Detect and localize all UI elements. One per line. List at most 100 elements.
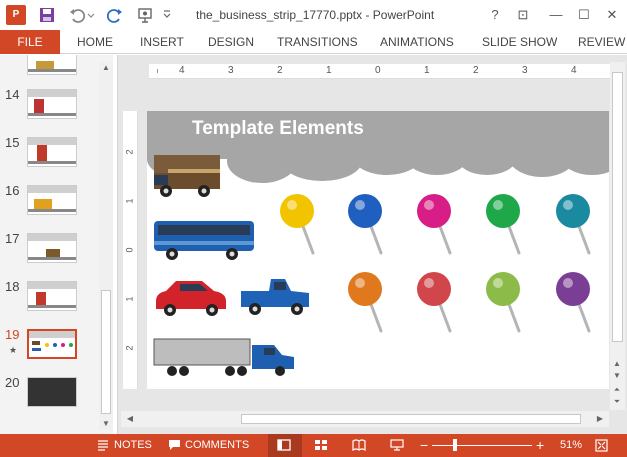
document-title: the_business_strip_17770.pptx - PowerPoi… <box>196 8 435 22</box>
delivery-van-graphic[interactable] <box>152 151 224 201</box>
slide-thumbnail[interactable] <box>27 55 77 75</box>
reading-view-icon[interactable] <box>352 439 366 451</box>
push-pin[interactable] <box>417 272 452 333</box>
ruler-label: 3 <box>228 65 234 76</box>
scroll-down-arrow-icon[interactable]: ▼ <box>99 418 113 430</box>
tab-review[interactable]: REVIEW <box>578 30 625 54</box>
tab-slide-show[interactable]: SLIDE SHOW <box>482 30 557 54</box>
push-pin[interactable] <box>417 194 452 255</box>
slide-number: 16 <box>5 183 20 198</box>
slide-thumbnail[interactable] <box>27 89 77 119</box>
slide-horizontal-scrollbar[interactable]: ◀ ▶ <box>121 411 609 427</box>
vertical-ruler: 2 1 0 1 2 <box>123 111 138 389</box>
powerpoint-window: P the_business_strip_17770.pptx - PowerP… <box>0 0 627 457</box>
notes-icon[interactable] <box>97 440 109 451</box>
push-pin[interactable] <box>486 194 521 255</box>
undo-icon[interactable] <box>68 6 86 24</box>
scroll-up-arrow-icon[interactable]: ▲ <box>610 358 624 370</box>
horizontal-ruler: 4 3 2 1 0 1 2 3 4 <box>149 64 610 79</box>
tab-animations[interactable]: ANIMATIONS <box>380 30 454 54</box>
zoom-out-button[interactable]: − <box>420 434 428 457</box>
ruler-label: 1 <box>124 198 135 204</box>
zoom-level[interactable]: 51% <box>560 434 582 457</box>
close-button[interactable]: ✕ <box>601 4 623 26</box>
maximize-button[interactable]: ☐ <box>573 4 595 26</box>
slide-number: 17 <box>5 231 20 246</box>
slide-thumbnail[interactable] <box>27 281 77 311</box>
help-button[interactable]: ? <box>484 4 506 26</box>
red-car-graphic[interactable] <box>152 277 230 321</box>
ruler-label: 1 <box>326 65 332 76</box>
ribbon-tabs: FILE HOME INSERT DESIGN TRANSITIONS ANIM… <box>0 30 627 54</box>
push-pin[interactable] <box>280 194 315 255</box>
notes-button[interactable]: NOTES <box>114 434 152 457</box>
zoom-slider-knob[interactable] <box>453 439 457 451</box>
ruler-label: 4 <box>179 65 185 76</box>
slide-show-icon[interactable] <box>390 439 404 451</box>
slide-title[interactable]: Template Elements <box>192 118 364 140</box>
scrollbar-thumb[interactable] <box>241 414 581 424</box>
ruler-label: 1 <box>424 65 430 76</box>
tab-home[interactable]: HOME <box>77 30 113 54</box>
zoom-in-button[interactable]: + <box>536 434 544 457</box>
slide-vertical-scrollbar[interactable]: ▲ ▼ ⏶ ⏷ <box>610 62 625 410</box>
save-icon[interactable] <box>38 6 56 24</box>
slide-thumbnail-selected[interactable] <box>27 329 77 359</box>
slide-number: 18 <box>5 279 20 294</box>
slide-number: 14 <box>5 87 20 102</box>
slide-thumbnail[interactable] <box>27 137 77 167</box>
tab-design[interactable]: DESIGN <box>208 30 254 54</box>
next-slide-icon[interactable]: ⏷ <box>610 396 624 408</box>
tab-file[interactable]: FILE <box>0 30 60 54</box>
scrollbar-thumb[interactable] <box>101 290 111 414</box>
slide-number: 20 <box>5 375 20 390</box>
slide-thumbnail[interactable] <box>27 185 77 215</box>
push-pin[interactable] <box>348 272 383 333</box>
scrollbar-thumb[interactable] <box>612 72 623 342</box>
push-pin[interactable] <box>348 194 383 255</box>
minimize-button[interactable]: — <box>545 4 567 26</box>
slide-thumbnail[interactable] <box>27 233 77 263</box>
scroll-down-arrow-icon[interactable]: ▼ <box>610 370 624 382</box>
ruler-label: 3 <box>522 65 528 76</box>
tab-transitions[interactable]: TRANSITIONS <box>277 30 358 54</box>
comments-button[interactable]: COMMENTS <box>185 434 249 457</box>
ruler-label: 2 <box>473 65 479 76</box>
scroll-right-arrow-icon[interactable]: ▶ <box>593 413 607 425</box>
title-bar: P the_business_strip_17770.pptx - PowerP… <box>0 0 627 30</box>
scroll-left-arrow-icon[interactable]: ◀ <box>123 413 137 425</box>
status-bar: NOTES COMMENTS − + 51% <box>0 434 627 457</box>
ruler-label: 2 <box>124 149 135 155</box>
slide-thumbnails-pane: 14 15 16 17 18 19 ★ 20 <box>0 55 113 434</box>
animation-star-icon: ★ <box>9 345 18 355</box>
thumbnails-scrollbar[interactable]: ▲ ▼ <box>99 62 113 430</box>
fit-slide-to-window-icon[interactable] <box>595 439 608 452</box>
zoom-slider-track[interactable] <box>432 445 532 446</box>
push-pin[interactable] <box>556 272 591 333</box>
customize-toolbar-icon[interactable] <box>162 6 172 24</box>
scroll-up-arrow-icon[interactable]: ▲ <box>99 62 113 74</box>
slide-sorter-icon[interactable] <box>314 439 328 451</box>
ruler-label: 2 <box>124 345 135 351</box>
ruler-label: 4 <box>571 65 577 76</box>
bus-graphic[interactable] <box>152 217 258 263</box>
previous-slide-icon[interactable]: ⏶ <box>610 384 624 396</box>
tab-insert[interactable]: INSERT <box>140 30 184 54</box>
start-from-beginning-icon[interactable] <box>136 6 154 24</box>
slide-canvas[interactable]: Template Elements <box>147 111 609 389</box>
push-pin[interactable] <box>556 194 591 255</box>
ruler-label: 0 <box>124 247 135 253</box>
slide-number-active: 19 <box>5 327 20 342</box>
normal-view-icon <box>277 439 291 451</box>
slide-thumbnail[interactable] <box>27 377 77 407</box>
ribbon-display-options-button[interactable]: ⊡ <box>512 4 534 26</box>
comments-icon[interactable] <box>168 439 181 451</box>
redo-icon[interactable] <box>106 6 124 24</box>
undo-dropdown-icon[interactable] <box>86 6 96 24</box>
push-pin[interactable] <box>486 272 521 333</box>
ruler-label: 2 <box>277 65 283 76</box>
slide-number: 15 <box>5 135 20 150</box>
ruler-label: 0 <box>375 65 381 76</box>
cloud-shape <box>562 141 609 175</box>
cloud-shape <box>282 141 362 181</box>
